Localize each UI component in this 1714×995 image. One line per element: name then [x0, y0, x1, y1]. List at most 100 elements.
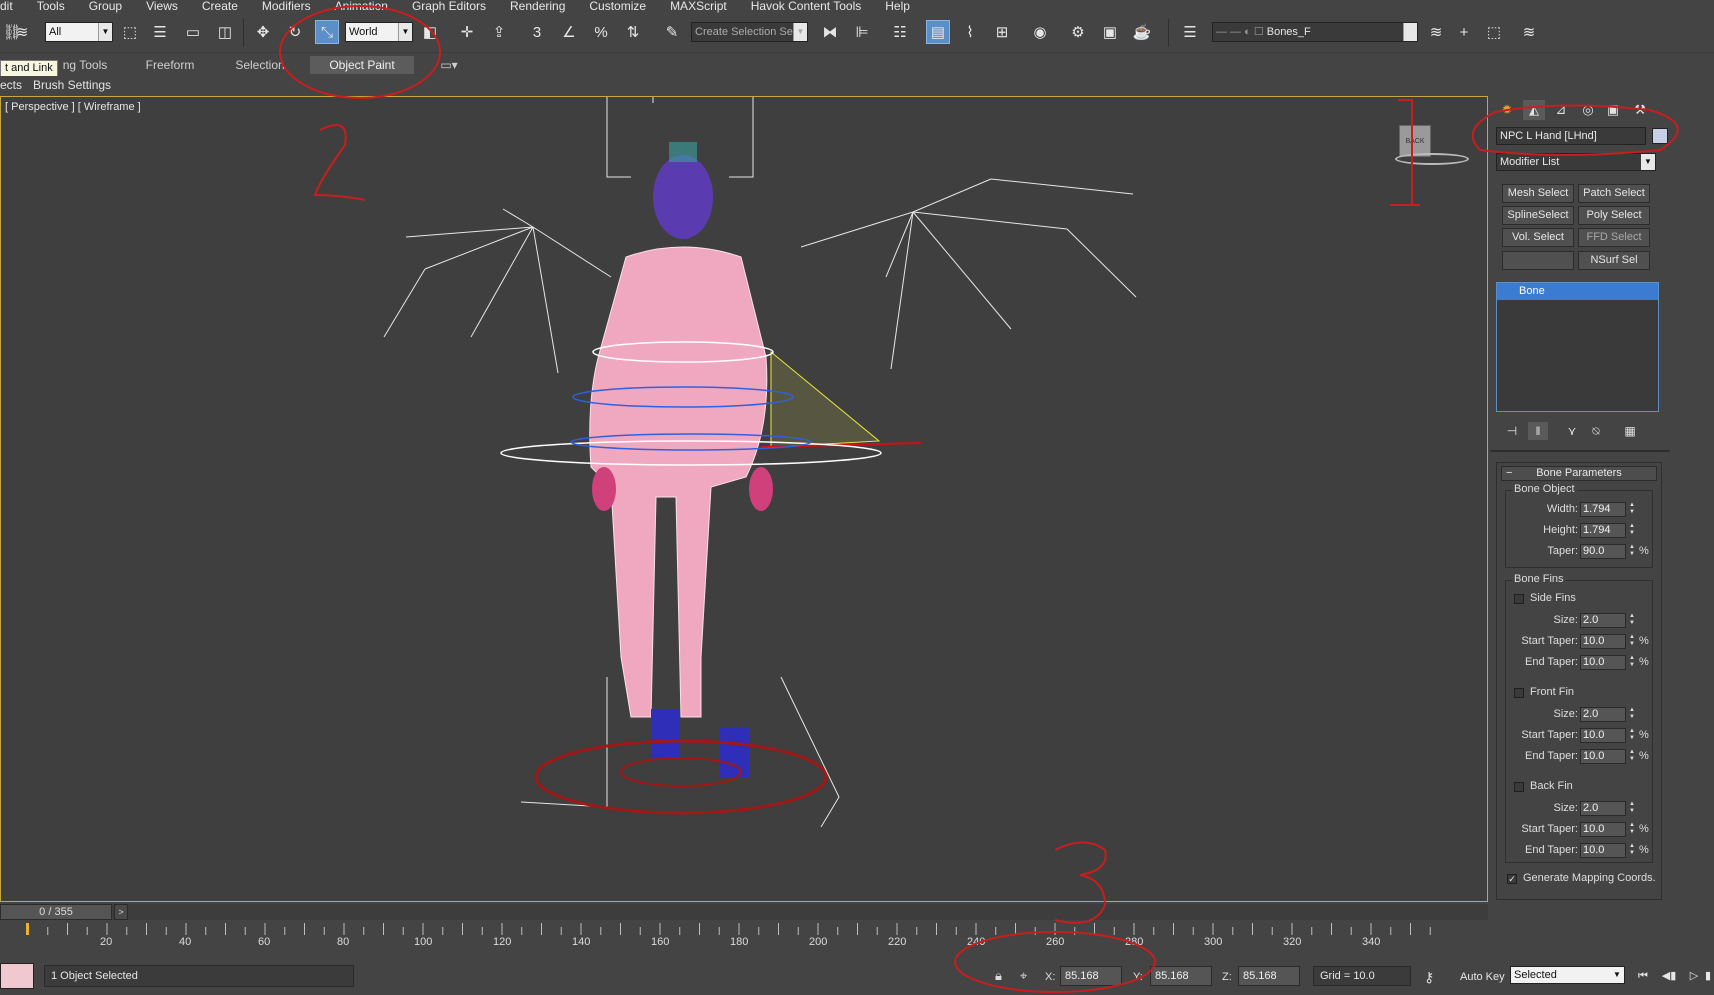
- create-tab-icon[interactable]: ✹: [1496, 100, 1518, 120]
- percent-snap-icon[interactable]: %: [589, 20, 613, 44]
- x-coord-input[interactable]: 85.168: [1060, 966, 1122, 986]
- snap-3d-icon[interactable]: 3: [525, 20, 549, 44]
- object-name-field[interactable]: NPC L Hand [LHnd]: [1496, 127, 1646, 145]
- ffd-select-button[interactable]: FFD Select: [1578, 228, 1650, 247]
- angle-snap-icon[interactable]: ∠: [557, 20, 581, 44]
- render-setup-icon[interactable]: ⚙: [1066, 20, 1090, 44]
- rotate-icon[interactable]: ↻: [283, 20, 307, 44]
- schematic-view-icon[interactable]: ⊞: [990, 20, 1014, 44]
- reference-coord-dropdown[interactable]: World ▼: [345, 22, 413, 42]
- make-unique-icon[interactable]: ⋎: [1562, 422, 1582, 440]
- previous-frame-icon[interactable]: ◀▮: [1660, 968, 1678, 984]
- window-crossing-icon[interactable]: ◫: [213, 20, 237, 44]
- y-coord-input[interactable]: 85.168: [1150, 966, 1212, 986]
- spinner-icon[interactable]: ▲ ▼: [1629, 843, 1636, 858]
- spinner-icon[interactable]: ▲ ▼: [1629, 822, 1636, 837]
- named-selection-dropdown[interactable]: Create Selection Se ▼: [691, 22, 808, 42]
- absolute-mode-icon[interactable]: ⌖: [1020, 968, 1027, 984]
- modify-tab-icon[interactable]: ◭: [1523, 100, 1545, 120]
- side-end-taper-input[interactable]: 10.0: [1580, 655, 1626, 670]
- viewcube-compass[interactable]: [1395, 153, 1469, 165]
- menu-modifiers[interactable]: Modifiers: [250, 0, 323, 13]
- spinner-icon[interactable]: ▲ ▼: [1629, 707, 1636, 722]
- tab-modeling-tools[interactable]: ng Tools: [60, 56, 110, 74]
- generate-mapping-checkbox[interactable]: ✓: [1507, 874, 1517, 884]
- set-current-layer-icon[interactable]: ≋: [1517, 20, 1541, 44]
- material-editor-icon[interactable]: ◉: [1028, 20, 1052, 44]
- align-icon[interactable]: ⊫: [850, 20, 874, 44]
- menu-group[interactable]: Group: [77, 0, 134, 13]
- auto-key-button[interactable]: Auto Key: [1460, 971, 1505, 983]
- add-layer-icon[interactable]: +: [1452, 20, 1476, 44]
- pin-stack-icon[interactable]: ⊣: [1502, 422, 1522, 440]
- ribbon-options-icon[interactable]: ▭▾: [436, 56, 462, 74]
- configure-sets-icon[interactable]: ▦: [1620, 422, 1640, 440]
- maxscript-listener-swatch[interactable]: [0, 963, 34, 989]
- object-color-swatch[interactable]: [1652, 128, 1668, 144]
- front-end-taper-input[interactable]: 10.0: [1580, 749, 1626, 764]
- rollout-header[interactable]: − Bone Parameters: [1501, 466, 1657, 481]
- ribbon-panel-brush-settings[interactable]: Brush Settings: [33, 77, 111, 93]
- front-size-input[interactable]: 2.0: [1580, 707, 1626, 722]
- menu-tools[interactable]: Tools: [25, 0, 77, 13]
- next-frame-icon[interactable]: >: [114, 904, 128, 920]
- tab-object-paint[interactable]: Object Paint: [310, 56, 414, 74]
- back-start-taper-input[interactable]: 10.0: [1580, 822, 1626, 837]
- utilities-tab-icon[interactable]: ⚒: [1629, 100, 1651, 120]
- move-icon[interactable]: ✥: [251, 20, 275, 44]
- menu-animation[interactable]: Animation: [323, 0, 400, 13]
- back-end-taper-input[interactable]: 10.0: [1580, 843, 1626, 858]
- next-frame-icon[interactable]: ▮: [1702, 968, 1714, 984]
- height-input[interactable]: 1.794: [1580, 523, 1626, 538]
- selection-filter-dropdown[interactable]: All ▼: [45, 22, 113, 42]
- spline-select-button[interactable]: SplineSelect: [1502, 206, 1574, 225]
- spinner-icon[interactable]: ▲ ▼: [1629, 728, 1636, 743]
- lock-icon[interactable]: 🔒︎: [995, 968, 1002, 984]
- keyboard-shortcut-icon[interactable]: ⇪: [487, 20, 511, 44]
- render-teapot-icon[interactable]: ☕: [1130, 20, 1154, 44]
- bind-space-warp-icon[interactable]: ≋: [10, 20, 34, 44]
- menu-help[interactable]: Help: [873, 0, 922, 13]
- front-start-taper-input[interactable]: 10.0: [1580, 728, 1626, 743]
- motion-tab-icon[interactable]: ◎: [1577, 100, 1599, 120]
- rendered-frame-icon[interactable]: ▣: [1098, 20, 1122, 44]
- spinner-icon[interactable]: ▲ ▼: [1629, 613, 1636, 628]
- side-fins-checkbox[interactable]: [1514, 594, 1524, 604]
- ribbon-panel-objects[interactable]: ects: [0, 77, 22, 93]
- layer-settings-icon[interactable]: ≋: [1424, 20, 1448, 44]
- spinner-icon[interactable]: ▲ ▼: [1629, 523, 1636, 538]
- select-object-icon[interactable]: ⬚: [118, 20, 142, 44]
- z-coord-input[interactable]: 85.168: [1238, 966, 1300, 986]
- perspective-viewport[interactable]: [ Perspective ] [ Wireframe ] BACK: [0, 96, 1488, 902]
- menu-edit[interactable]: dit: [0, 0, 25, 13]
- scene-explorer-icon[interactable]: ▤: [926, 20, 950, 44]
- manage-layers-icon[interactable]: ☰: [1178, 20, 1202, 44]
- width-input[interactable]: 1.794: [1580, 502, 1626, 517]
- vol-select-button[interactable]: Vol. Select: [1502, 228, 1574, 247]
- show-end-result-icon[interactable]: ‖: [1528, 422, 1548, 440]
- side-start-taper-input[interactable]: 10.0: [1580, 634, 1626, 649]
- key-mode-dropdown[interactable]: Selected ▼: [1510, 966, 1625, 984]
- nsurf-sel-button[interactable]: NSurf Sel: [1578, 251, 1650, 270]
- display-tab-icon[interactable]: ▣: [1602, 100, 1624, 120]
- remove-modifier-icon[interactable]: ⍉: [1586, 422, 1606, 440]
- front-fin-checkbox[interactable]: [1514, 688, 1524, 698]
- tab-freeform[interactable]: Freeform: [140, 56, 200, 74]
- poly-select-button[interactable]: Poly Select: [1578, 206, 1650, 225]
- go-to-start-icon[interactable]: ⏮: [1634, 968, 1652, 984]
- select-by-name-icon[interactable]: ☰: [148, 20, 172, 44]
- set-key-icon[interactable]: ⚷: [1424, 969, 1434, 986]
- curve-editor-icon[interactable]: ⌇: [958, 20, 982, 44]
- modifier-list-dropdown[interactable]: Modifier List ▼: [1496, 153, 1656, 171]
- mesh-select-button[interactable]: Mesh Select: [1502, 184, 1574, 203]
- time-slider-thumb[interactable]: 0 / 355: [0, 904, 112, 920]
- modifier-stack[interactable]: Bone: [1496, 282, 1659, 412]
- spinner-icon[interactable]: ▲ ▼: [1629, 655, 1636, 670]
- menu-create[interactable]: Create: [190, 0, 250, 13]
- select-manipulate-icon[interactable]: ✛: [455, 20, 479, 44]
- spinner-icon[interactable]: ▲ ▼: [1629, 502, 1636, 517]
- layer-dropdown[interactable]: — — ◐ ☐ Bones_F ▼: [1212, 22, 1418, 42]
- spinner-icon[interactable]: ▲ ▼: [1629, 544, 1636, 559]
- patch-select-button[interactable]: Patch Select: [1578, 184, 1650, 203]
- layer-manager-icon[interactable]: ☷: [888, 20, 912, 44]
